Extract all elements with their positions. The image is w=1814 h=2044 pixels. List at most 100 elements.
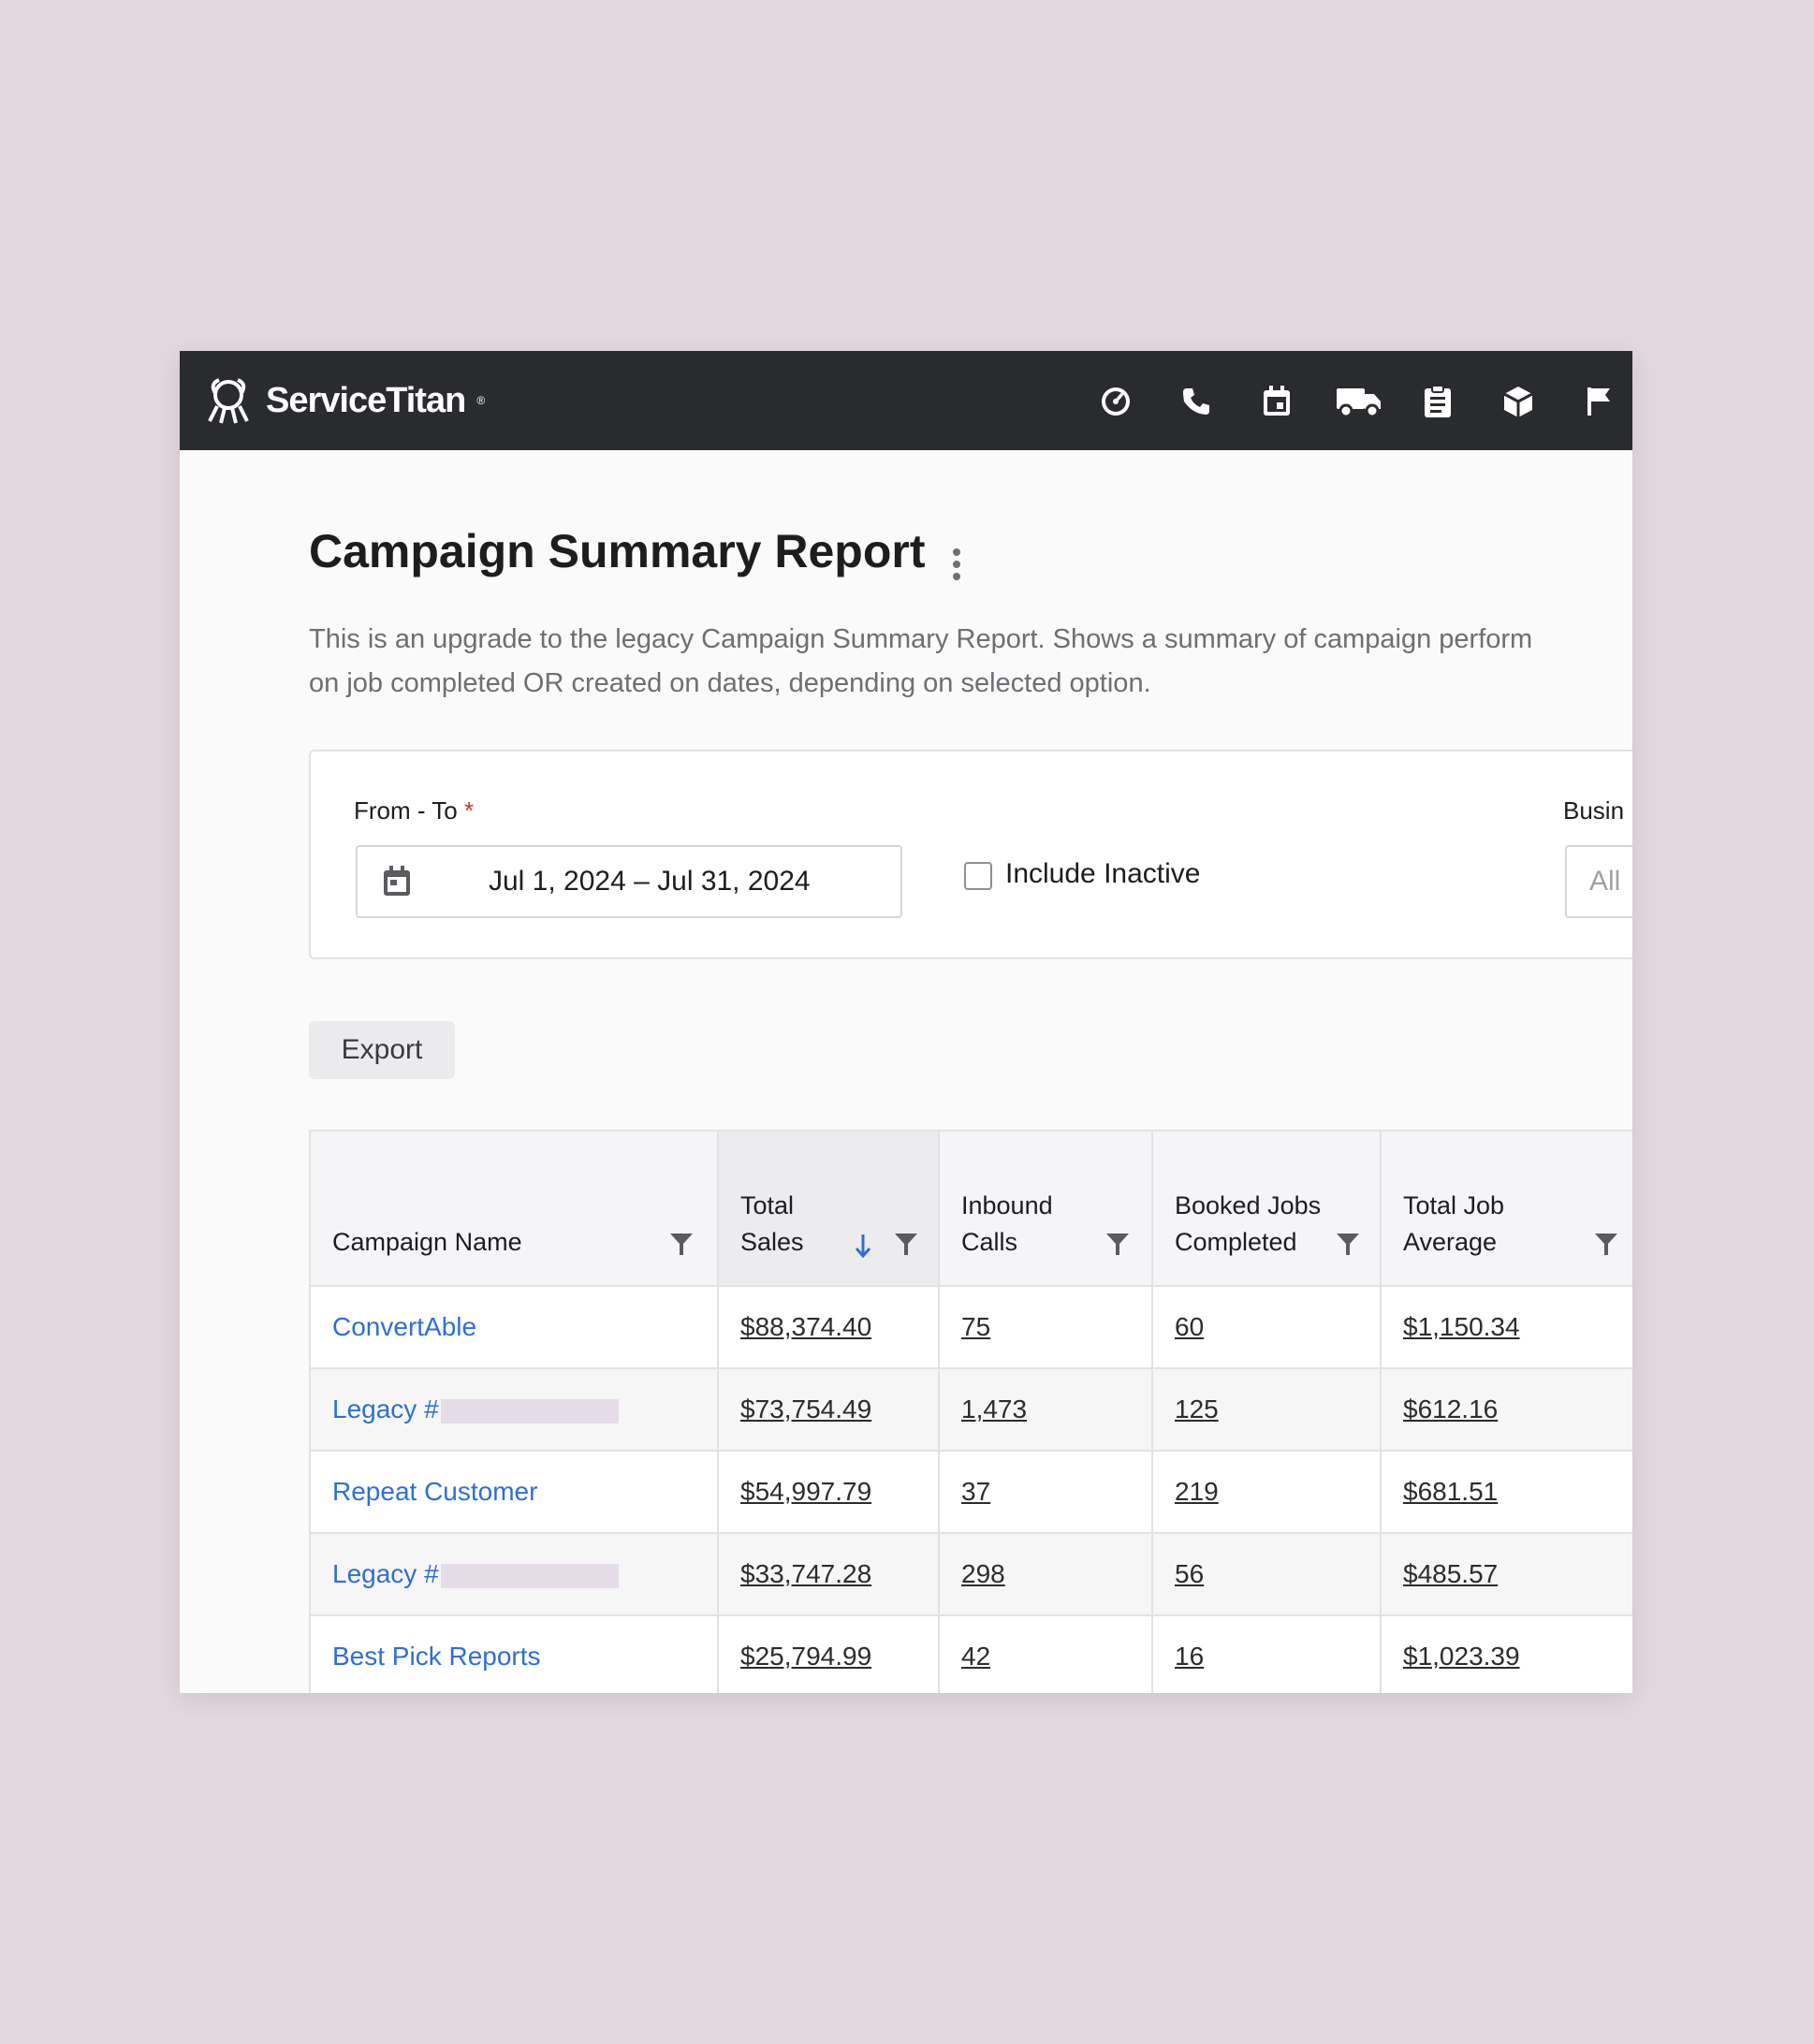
more-options-icon[interactable] [945, 546, 968, 583]
include-inactive-label: Include Inactive [1005, 858, 1201, 889]
clipboard-icon[interactable] [1417, 381, 1458, 422]
servicetitan-logo[interactable]: ServiceTitan ® [202, 364, 485, 437]
registered-mark: ® [476, 394, 485, 407]
job-average-value[interactable]: $485.57 [1403, 1559, 1498, 1588]
column-header-line-1: Booked Jobs [1175, 1191, 1322, 1219]
booked-jobs-value[interactable]: 56 [1175, 1559, 1204, 1588]
campaign-summary-table: Campaign Name Total Sales Inbound Calls [309, 1130, 1632, 1693]
job-average-value[interactable]: $612.16 [1403, 1394, 1498, 1424]
booked-jobs-value[interactable]: 60 [1175, 1312, 1204, 1341]
campaign-name-cell: Legacy # [309, 1532, 719, 1616]
filter-icon[interactable] [668, 1231, 695, 1257]
total-sales-value[interactable]: $88,374.40 [740, 1312, 871, 1341]
flag-icon[interactable] [1578, 381, 1619, 422]
total-sales-cell: $88,374.40 [717, 1285, 940, 1369]
total-sales-value[interactable]: $25,794.99 [740, 1642, 871, 1671]
business-unit-placeholder: All [1589, 866, 1621, 897]
dashboard-icon[interactable] [1095, 381, 1136, 422]
description-line-1: This is an upgrade to the legacy Campaig… [309, 624, 1533, 654]
total-sales-value[interactable]: $73,754.49 [740, 1394, 871, 1424]
campaign-name-cell: ConvertAble [309, 1285, 719, 1369]
export-button[interactable]: Export [309, 1021, 455, 1079]
sort-descending-icon[interactable] [854, 1233, 872, 1259]
job-average-cell: $612.16 [1380, 1367, 1632, 1452]
total-sales-value[interactable]: $33,747.28 [740, 1559, 871, 1588]
filter-icon[interactable] [1335, 1231, 1361, 1257]
required-marker: * [464, 796, 475, 825]
page-title: Campaign Summary Report [309, 525, 926, 577]
inbound-calls-cell: 75 [938, 1285, 1153, 1369]
truck-icon[interactable] [1333, 381, 1385, 422]
job-average-cell: $1,150.34 [1380, 1285, 1632, 1369]
campaign-link[interactable]: Legacy # [332, 1394, 439, 1424]
include-inactive-checkbox[interactable] [964, 862, 992, 890]
column-header-line-1: Total [740, 1191, 795, 1219]
column-header-label: Campaign Name [332, 1228, 522, 1256]
inbound-calls-cell: 1,473 [938, 1367, 1153, 1452]
total-sales-value[interactable]: $54,997.79 [740, 1477, 871, 1506]
description-line-2: on job completed OR created on dates, de… [309, 668, 1151, 698]
column-header-line-2: Completed [1175, 1228, 1297, 1256]
table-row: Legacy # $73,754.49 1,473 125 $612.16 [309, 1367, 1632, 1452]
column-header-line-2: Average [1403, 1228, 1498, 1256]
table-row: ConvertAble $88,374.40 75 60 $1,150.34 [309, 1285, 1632, 1369]
inbound-calls-value[interactable]: 75 [961, 1312, 990, 1341]
date-range-label-text: From - To [354, 796, 458, 825]
job-average-cell: $681.51 [1380, 1450, 1632, 1534]
calendar-icon[interactable] [1256, 381, 1297, 422]
booked-jobs-cell: 125 [1151, 1367, 1382, 1452]
calendar-icon [384, 866, 410, 896]
campaign-name-cell: Legacy # [309, 1367, 719, 1452]
filter-icon[interactable] [1593, 1231, 1619, 1257]
filter-panel: From - To * Jul 1, 2024 – Jul 31, 2024 I… [309, 750, 1632, 959]
total-sales-cell: $54,997.79 [717, 1450, 940, 1534]
inbound-calls-cell: 298 [938, 1532, 1153, 1616]
table-row: Repeat Customer $54,997.79 37 219 $681.5… [309, 1450, 1632, 1534]
campaign-link[interactable]: Repeat Customer [332, 1477, 537, 1506]
campaign-name-cell: Best Pick Reports [309, 1614, 719, 1693]
campaign-link[interactable]: Best Pick Reports [332, 1642, 541, 1671]
booked-jobs-cell: 219 [1151, 1450, 1382, 1534]
inbound-calls-value[interactable]: 42 [961, 1642, 990, 1671]
booked-jobs-value[interactable]: 16 [1175, 1642, 1204, 1671]
redacted-text [440, 1563, 619, 1588]
booked-jobs-cell: 16 [1151, 1614, 1382, 1693]
column-header-booked-jobs-completed[interactable]: Booked Jobs Completed [1151, 1130, 1382, 1287]
titan-logo-icon [208, 378, 249, 424]
column-header-label: Total Job Average [1403, 1188, 1504, 1261]
campaign-link[interactable]: Legacy # [332, 1559, 439, 1588]
phone-icon[interactable] [1176, 381, 1217, 422]
booked-jobs-value[interactable]: 125 [1175, 1394, 1219, 1424]
inbound-calls-value[interactable]: 37 [961, 1477, 990, 1506]
column-header-total-job-average[interactable]: Total Job Average [1380, 1130, 1632, 1287]
business-unit-label: Busin [1563, 796, 1625, 825]
filter-icon[interactable] [893, 1231, 919, 1257]
column-header-total-sales[interactable]: Total Sales [717, 1130, 940, 1287]
column-header-inbound-calls[interactable]: Inbound Calls [938, 1130, 1153, 1287]
filter-icon[interactable] [1104, 1231, 1131, 1257]
column-header-label: Total Sales [740, 1188, 804, 1261]
booked-jobs-value[interactable]: 219 [1175, 1477, 1219, 1506]
job-average-value[interactable]: $681.51 [1403, 1477, 1498, 1506]
job-average-value[interactable]: $1,150.34 [1403, 1312, 1520, 1341]
column-header-campaign-name[interactable]: Campaign Name [309, 1130, 719, 1287]
column-header-label: Booked Jobs Completed [1175, 1188, 1321, 1261]
brand-name: ServiceTitan [266, 380, 466, 420]
table-row: Legacy # $33,747.28 298 56 $485.57 [309, 1532, 1632, 1616]
inbound-calls-value[interactable]: 1,473 [961, 1394, 1027, 1424]
booked-jobs-cell: 56 [1151, 1532, 1382, 1616]
column-header-label: Inbound Calls [961, 1188, 1053, 1261]
date-range-picker[interactable]: Jul 1, 2024 – Jul 31, 2024 [356, 845, 902, 918]
total-sales-cell: $25,794.99 [717, 1614, 940, 1693]
inbound-calls-value[interactable]: 298 [961, 1559, 1005, 1588]
box-icon[interactable] [1498, 381, 1539, 422]
business-unit-select[interactable]: All [1565, 845, 1632, 918]
total-sales-cell: $73,754.49 [717, 1367, 940, 1452]
top-navigation-bar: ServiceTitan ® [180, 351, 1632, 450]
booked-jobs-cell: 60 [1151, 1285, 1382, 1369]
job-average-value[interactable]: $1,023.39 [1403, 1642, 1520, 1671]
job-average-cell: $1,023.39 [1380, 1614, 1632, 1693]
job-average-cell: $485.57 [1380, 1532, 1632, 1616]
date-range-label: From - To * [354, 796, 474, 825]
campaign-link[interactable]: ConvertAble [332, 1312, 476, 1341]
